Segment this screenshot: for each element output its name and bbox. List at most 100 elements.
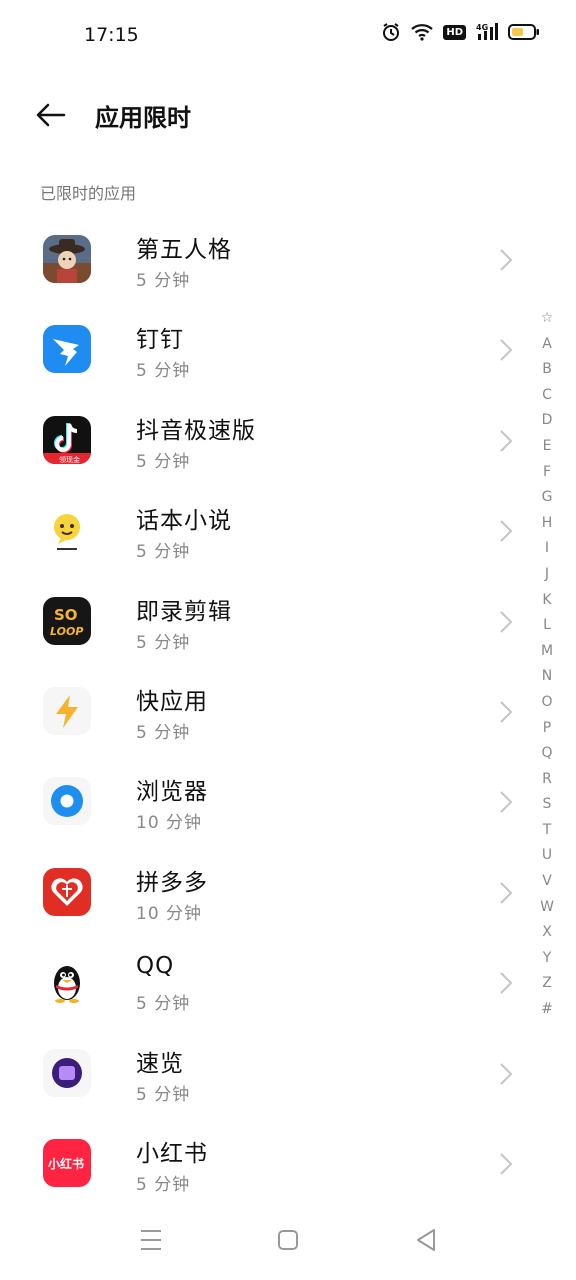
az-index-item[interactable]: T <box>534 818 560 844</box>
app-limit: 5 分钟 <box>136 542 191 563</box>
az-index-item[interactable]: # <box>534 997 560 1023</box>
douyin-badge-text: 领现金 <box>59 455 80 464</box>
az-index-item[interactable]: X <box>534 920 560 946</box>
app-row-pinduoduo[interactable]: 拼多多 10 分钟 <box>0 847 576 937</box>
az-index-item[interactable]: G <box>534 485 560 511</box>
chevron-right-icon <box>500 701 513 723</box>
chevron-right-icon <box>500 430 513 452</box>
az-index-item[interactable]: L <box>534 613 560 639</box>
az-index-item[interactable]: H <box>534 511 560 537</box>
chevron-right-icon <box>500 1062 513 1085</box>
az-index-item[interactable]: ☆ <box>534 306 560 332</box>
app-name: 话本小说 <box>136 508 232 535</box>
browser-app-icon <box>43 777 91 826</box>
navigation-bar <box>0 1200 576 1280</box>
identity-v-app-icon <box>43 235 91 283</box>
home-button[interactable] <box>270 1222 306 1258</box>
az-index-item[interactable]: S <box>534 792 560 818</box>
az-index-item[interactable]: E <box>534 434 560 460</box>
app-row-identity-v[interactable]: 第五人格 5 分钟 <box>0 214 576 304</box>
app-limit: 10 分钟 <box>136 903 203 924</box>
qq-penguin-icon <box>43 958 91 1007</box>
az-index-item[interactable]: W <box>534 895 560 921</box>
chevron-right-icon <box>500 520 513 542</box>
back-icon <box>417 1229 435 1251</box>
az-index-item[interactable]: Y <box>534 946 560 972</box>
app-limit: 5 分钟 <box>136 1084 191 1105</box>
jilu-icon-bottom-text: LOOP <box>50 625 83 638</box>
douyin-lite-app-icon: 领现金 <box>43 415 91 464</box>
az-index-item[interactable]: O <box>534 690 560 716</box>
menu-icon <box>141 1230 161 1250</box>
app-name: 浏览器 <box>136 779 208 806</box>
app-limit: 5 分钟 <box>136 271 191 291</box>
app-name: 即录剪辑 <box>136 598 232 625</box>
section-label: 已限时的应用 <box>40 184 137 203</box>
chevron-right-icon <box>500 610 513 633</box>
quick-app-icon <box>43 686 91 735</box>
app-name: 拼多多 <box>136 869 208 896</box>
app-row-qq[interactable]: QQ 5 分钟 <box>0 937 576 1027</box>
recents-button[interactable] <box>133 1222 169 1258</box>
az-index-item[interactable]: C <box>534 383 560 409</box>
app-list: 第五人格 5 分钟 钉钉 5 分钟 领现金 抖音极速版 5 分钟 话本小说 5 … <box>0 214 576 1208</box>
az-index-item[interactable]: F <box>534 460 560 486</box>
wifi-icon <box>411 23 434 41</box>
app-row-dingtalk[interactable]: 钉钉 5 分钟 <box>0 304 576 394</box>
az-index-item[interactable]: Z <box>534 971 560 997</box>
az-index-item[interactable]: B <box>534 357 560 383</box>
app-limit: 5 分钟 <box>136 1174 191 1195</box>
app-row-sulan[interactable]: 速览 5 分钟 <box>0 1028 576 1118</box>
network-type-label: 4G <box>476 23 488 32</box>
header: 应用限时 <box>0 88 576 142</box>
page-title: 应用限时 <box>95 104 191 132</box>
home-icon <box>278 1230 298 1250</box>
az-index-item[interactable]: D <box>534 408 560 434</box>
az-index-item[interactable]: I <box>534 536 560 562</box>
hd-icon: HD <box>443 24 466 40</box>
jilu-app-icon: SO LOOP <box>43 596 91 645</box>
az-index-item[interactable]: V <box>534 869 560 895</box>
huaben-app-icon <box>43 506 91 555</box>
app-row-browser[interactable]: 浏览器 10 分钟 <box>0 756 576 846</box>
cellular-icon: 4G <box>476 22 498 42</box>
chevron-right-icon <box>500 1153 513 1175</box>
app-name: 快应用 <box>136 688 208 715</box>
app-limit: 5 分钟 <box>136 451 191 472</box>
az-index-item[interactable]: N <box>534 664 560 690</box>
xiaohongshu-app-icon: 小红书 <box>43 1138 91 1187</box>
app-name: 速览 <box>136 1050 184 1077</box>
chevron-right-icon <box>500 882 513 904</box>
app-row-jilu[interactable]: SO LOOP 即录剪辑 5 分钟 <box>0 576 576 666</box>
chevron-right-icon <box>500 339 513 362</box>
back-button[interactable] <box>34 98 68 132</box>
dingtalk-app-icon <box>43 325 91 374</box>
app-row-huaben[interactable]: 话本小说 5 分钟 <box>0 485 576 575</box>
alphabet-index[interactable]: ☆ A B C D E F G H I J K L M N O P Q R S … <box>534 306 560 1023</box>
az-index-item[interactable]: R <box>534 767 560 793</box>
xiaohongshu-icon-text: 小红书 <box>48 1156 84 1171</box>
az-index-item[interactable]: M <box>534 639 560 665</box>
app-row-xiaohongshu[interactable]: 小红书 小红书 5 分钟 <box>0 1118 576 1208</box>
pinduoduo-app-icon <box>43 867 91 916</box>
app-limit: 5 分钟 <box>136 632 191 653</box>
app-name: 抖音极速版 <box>136 417 256 444</box>
jilu-icon-top-text: SO <box>54 606 78 624</box>
status-bar: 17:15 HD 4G <box>0 0 576 72</box>
alarm-icon <box>381 22 401 42</box>
app-limit: 10 分钟 <box>136 813 203 834</box>
sulan-app-icon <box>43 1048 91 1097</box>
az-index-item[interactable]: K <box>534 588 560 614</box>
az-index-item[interactable]: P <box>534 716 560 742</box>
az-index-item[interactable]: U <box>534 843 560 869</box>
az-index-item[interactable]: J <box>534 562 560 588</box>
system-back-button[interactable] <box>408 1222 444 1258</box>
battery-icon <box>508 23 540 41</box>
app-limit: 5 分钟 <box>136 361 191 382</box>
chevron-right-icon <box>500 249 513 271</box>
app-row-douyin-lite[interactable]: 领现金 抖音极速版 5 分钟 <box>0 395 576 485</box>
app-name: 第五人格 <box>136 237 232 263</box>
az-index-item[interactable]: Q <box>534 741 560 767</box>
az-index-item[interactable]: A <box>534 332 560 358</box>
app-row-quick-app[interactable]: 快应用 5 分钟 <box>0 666 576 756</box>
